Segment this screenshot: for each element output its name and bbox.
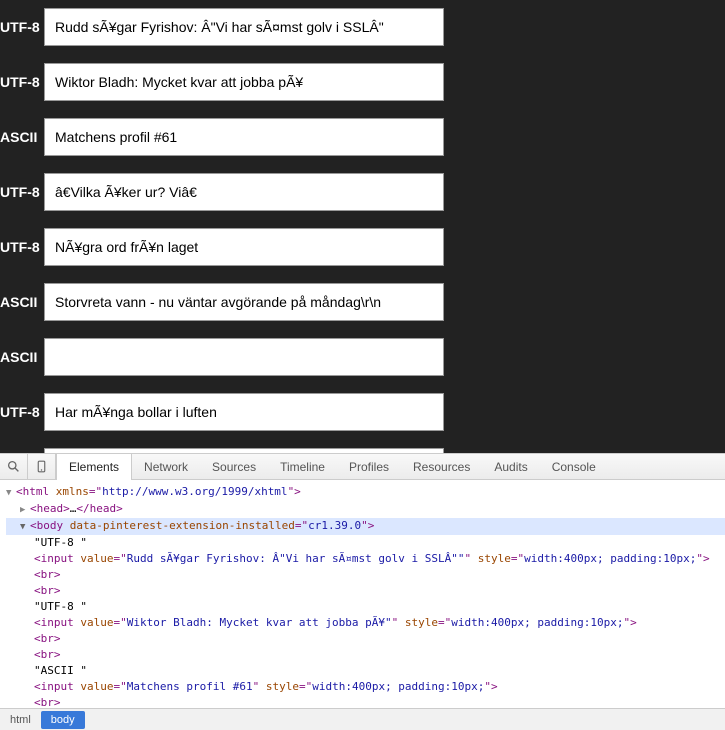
crumb-html[interactable]: html bbox=[0, 711, 41, 729]
dom-child-line[interactable]: <input value="Matchens profil #61" style… bbox=[6, 679, 725, 695]
encoding-label: ASCII bbox=[0, 294, 44, 310]
dom-child-line[interactable]: "UTF-8 " bbox=[6, 599, 725, 615]
dom-child-line[interactable]: <br> bbox=[6, 567, 725, 583]
value-input[interactable] bbox=[44, 228, 444, 266]
encoding-label: UTF-8 bbox=[0, 404, 44, 420]
dom-child-line[interactable]: <br> bbox=[6, 583, 725, 599]
value-input[interactable] bbox=[44, 283, 444, 321]
dom-child-line[interactable]: <input value="Rudd sÃ¥gar Fyrishov: Â"Vi… bbox=[6, 551, 725, 567]
dom-child-line[interactable]: <br> bbox=[6, 695, 725, 707]
dom-node-head[interactable]: <head>…</head> bbox=[6, 501, 725, 518]
encoding-row: UTF-8 bbox=[0, 8, 725, 46]
encoding-row: ASCII bbox=[0, 118, 725, 156]
dom-child-line[interactable]: <br> bbox=[6, 631, 725, 647]
devtools-tabs: ElementsNetworkSourcesTimelineProfilesRe… bbox=[56, 454, 608, 480]
value-input[interactable] bbox=[44, 8, 444, 46]
tab-audits[interactable]: Audits bbox=[482, 454, 539, 480]
encoding-label: UTF-8 bbox=[0, 184, 44, 200]
encoding-label: ASCII bbox=[0, 129, 44, 145]
dom-node-html[interactable]: <html xmlns="http://www.w3.org/1999/xhtm… bbox=[6, 484, 725, 501]
encoding-row: UTF-8 bbox=[0, 228, 725, 266]
value-input[interactable] bbox=[44, 393, 444, 431]
encoding-row: ASCII bbox=[0, 338, 725, 376]
dom-child-line[interactable]: "ASCII " bbox=[6, 663, 725, 679]
value-input[interactable] bbox=[44, 63, 444, 101]
breadcrumb-bar: htmlbody bbox=[0, 708, 725, 730]
tab-elements[interactable]: Elements bbox=[56, 454, 132, 480]
dom-child-line[interactable]: <input value="Wiktor Bladh: Mycket kvar … bbox=[6, 615, 725, 631]
dom-node-body[interactable]: <body data-pinterest-extension-installed… bbox=[6, 518, 725, 535]
encoding-row: UTF-8 bbox=[0, 173, 725, 211]
tab-console[interactable]: Console bbox=[540, 454, 608, 480]
dom-child-line[interactable]: "UTF-8 " bbox=[6, 535, 725, 551]
devtools-panel: ElementsNetworkSourcesTimelineProfilesRe… bbox=[0, 453, 725, 730]
devtools-toolbar: ElementsNetworkSourcesTimelineProfilesRe… bbox=[0, 454, 725, 480]
dom-child-line[interactable]: <br> bbox=[6, 647, 725, 663]
encoding-row: UTF-8 bbox=[0, 63, 725, 101]
tab-resources[interactable]: Resources bbox=[401, 454, 482, 480]
device-icon[interactable] bbox=[28, 454, 56, 480]
value-input[interactable] bbox=[44, 173, 444, 211]
encoding-label: UTF-8 bbox=[0, 74, 44, 90]
value-input[interactable] bbox=[44, 118, 444, 156]
encoding-row: UTF-8 bbox=[0, 393, 725, 431]
tab-sources[interactable]: Sources bbox=[200, 454, 268, 480]
value-input[interactable] bbox=[44, 338, 444, 376]
tab-timeline[interactable]: Timeline bbox=[268, 454, 337, 480]
encoding-label: UTF-8 bbox=[0, 19, 44, 35]
elements-dom-tree[interactable]: <html xmlns="http://www.w3.org/1999/xhtm… bbox=[0, 480, 725, 707]
encoding-label: UTF-8 bbox=[0, 239, 44, 255]
tab-profiles[interactable]: Profiles bbox=[337, 454, 401, 480]
crumb-body[interactable]: body bbox=[41, 711, 85, 729]
encoding-row: ASCII bbox=[0, 283, 725, 321]
search-icon[interactable] bbox=[0, 454, 28, 480]
tab-network[interactable]: Network bbox=[132, 454, 200, 480]
encoding-label: ASCII bbox=[0, 349, 44, 365]
rendered-page: UTF-8 UTF-8 ASCII UTF-8 UTF-8 ASCII ASCII UTF-8… bbox=[0, 0, 725, 453]
